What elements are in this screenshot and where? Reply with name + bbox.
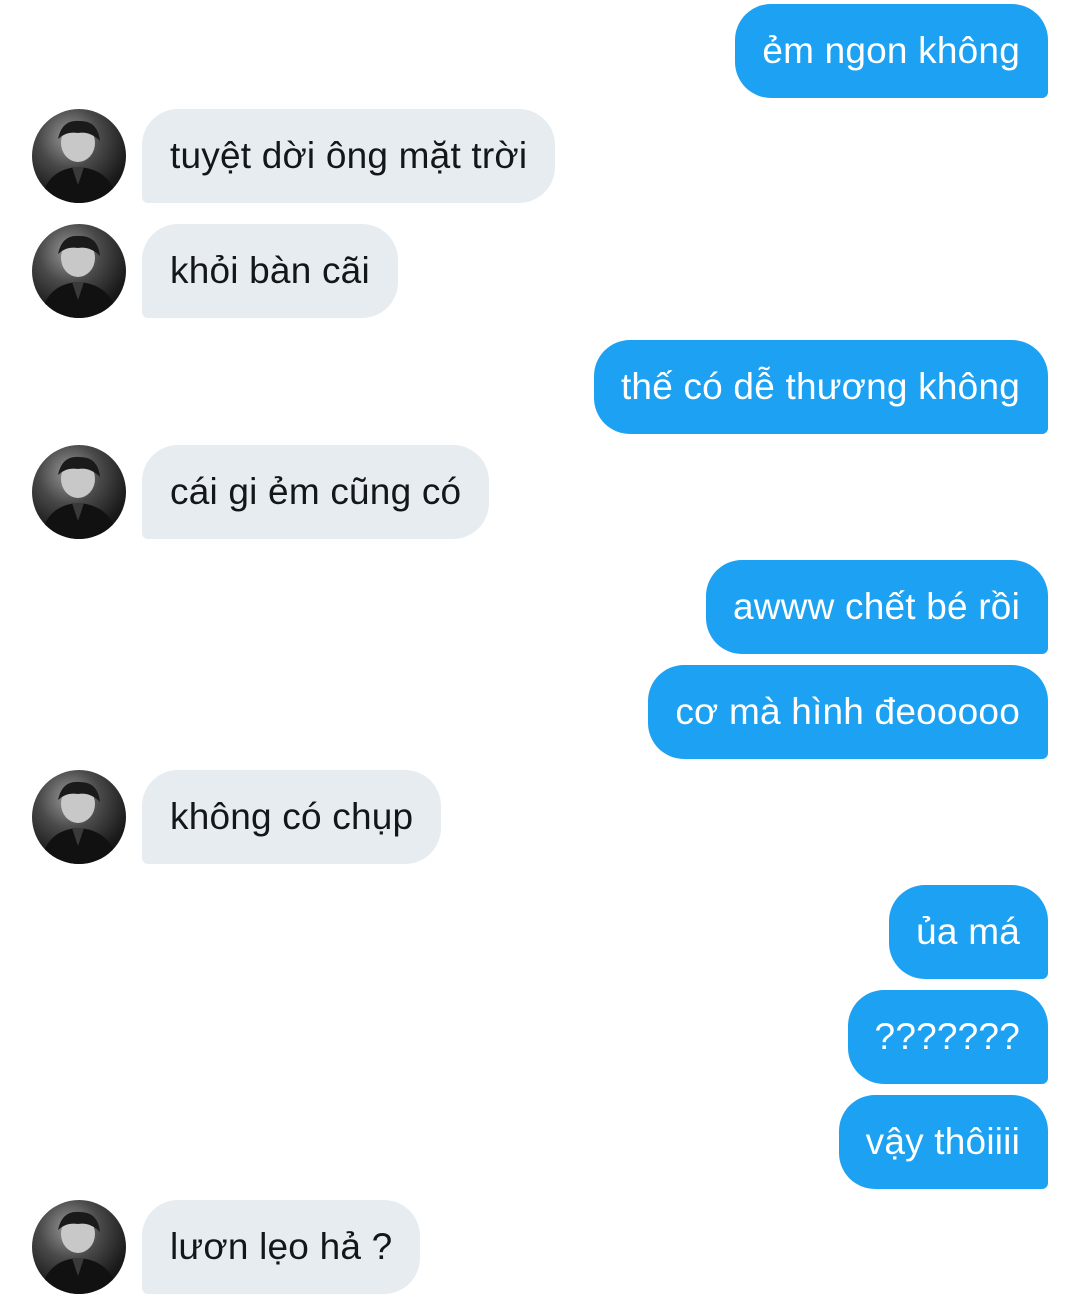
incoming-message-bubble[interactable]: không có chụp	[142, 770, 442, 864]
contact-avatar[interactable]	[32, 445, 126, 539]
incoming-message-bubble[interactable]: khỏi bàn cãi	[142, 224, 398, 318]
message-text: ủa má	[916, 911, 1020, 952]
message-text: vậy thôiiii	[865, 1121, 1020, 1162]
message-text: awww chết bé rồi	[733, 586, 1020, 627]
message-text: ???????	[874, 1016, 1020, 1057]
contact-avatar[interactable]	[32, 109, 126, 203]
message-text: cơ mà hình đeooooo	[675, 691, 1020, 732]
message-text: tuyệt dời ông mặt trời	[170, 135, 528, 176]
incoming-message-bubble[interactable]: lươn lẹo hả ?	[142, 1200, 421, 1294]
contact-avatar[interactable]	[32, 770, 126, 864]
contact-avatar[interactable]	[32, 1200, 126, 1294]
outgoing-message-bubble[interactable]: ủa má	[889, 885, 1048, 979]
outgoing-message-bubble[interactable]: ???????	[847, 990, 1048, 1084]
avatar-photo-icon	[40, 1211, 118, 1294]
outgoing-message-bubble[interactable]: cơ mà hình đeooooo	[648, 665, 1048, 759]
message-text: không có chụp	[170, 796, 414, 837]
thread-bottom-edge	[0, 1295, 1080, 1309]
message-text: thế có dễ thương không	[620, 366, 1020, 407]
avatar-photo-icon	[40, 235, 118, 318]
avatar-photo-icon	[40, 781, 118, 864]
message-text: khỏi bàn cãi	[170, 250, 370, 291]
message-text: ẻm ngon không	[762, 30, 1020, 71]
outgoing-message-bubble[interactable]: vậy thôiiii	[838, 1095, 1048, 1189]
incoming-message-bubble[interactable]: tuyệt dời ông mặt trời	[142, 109, 556, 203]
incoming-message-bubble[interactable]: cái gi ẻm cũng có	[142, 445, 490, 539]
outgoing-message-bubble[interactable]: awww chết bé rồi	[706, 560, 1048, 654]
outgoing-message-bubble[interactable]: thế có dễ thương không	[593, 340, 1048, 434]
avatar-photo-icon	[40, 456, 118, 539]
contact-avatar[interactable]	[32, 224, 126, 318]
avatar-photo-icon	[40, 120, 118, 203]
message-text: cái gi ẻm cũng có	[170, 471, 462, 512]
outgoing-message-bubble[interactable]: ẻm ngon không	[735, 4, 1048, 98]
message-text: lươn lẹo hả ?	[170, 1226, 393, 1267]
